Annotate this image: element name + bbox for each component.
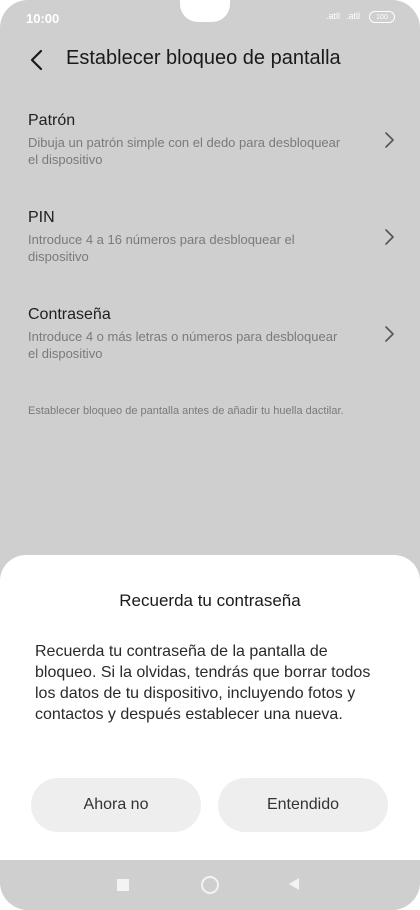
status-bar: 10:00 .atll .atll 100 xyxy=(0,0,420,36)
option-description: Introduce 4 a 16 números para desbloquea… xyxy=(28,232,295,264)
understood-button[interactable]: Entendido xyxy=(218,778,388,832)
not-now-button[interactable]: Ahora no xyxy=(31,778,201,832)
status-time: 10:00 xyxy=(26,11,60,26)
option-title: Patrón xyxy=(28,112,76,129)
navigation-bar xyxy=(0,860,420,910)
option-title: Contraseña xyxy=(28,306,111,323)
chevron-right-icon xyxy=(385,229,394,245)
phone-screen: 10:00 .atll .atll 100 Establecer bloqueo… xyxy=(0,0,420,910)
fingerprint-note: Establecer bloqueo de pantalla antes de … xyxy=(28,405,344,417)
signal-icon-2: .atll xyxy=(346,11,361,21)
password-reminder-dialog: Recuerda tu contraseña Recuerda tu contr… xyxy=(0,555,420,860)
signal-icon: .atll xyxy=(326,11,341,21)
option-description: Dibuja un patrón simple con el dedo para… xyxy=(28,135,341,167)
page-title: Establecer bloqueo de pantalla xyxy=(66,47,341,69)
option-password[interactable]: Contraseña Introduce 4 o más letras o nú… xyxy=(0,306,420,386)
chevron-right-icon xyxy=(385,326,394,342)
recent-apps-icon[interactable] xyxy=(117,879,129,891)
chevron-left-icon[interactable] xyxy=(24,46,52,74)
chevron-right-icon xyxy=(385,132,394,148)
dialog-message: Recuerda tu contraseña de la pantalla de… xyxy=(35,643,371,723)
back-triangle-icon[interactable] xyxy=(289,878,299,890)
option-title: PIN xyxy=(28,209,55,226)
page-header: Establecer bloqueo de pantalla xyxy=(0,44,420,80)
dialog-title: Recuerda tu contraseña xyxy=(119,591,301,610)
home-icon[interactable] xyxy=(201,876,219,894)
option-pattern[interactable]: Patrón Dibuja un patrón simple con el de… xyxy=(0,112,420,192)
option-pin[interactable]: PIN Introduce 4 a 16 números para desblo… xyxy=(0,209,420,289)
battery-icon: 100 xyxy=(369,11,395,23)
option-description: Introduce 4 o más letras o números para … xyxy=(28,329,338,361)
